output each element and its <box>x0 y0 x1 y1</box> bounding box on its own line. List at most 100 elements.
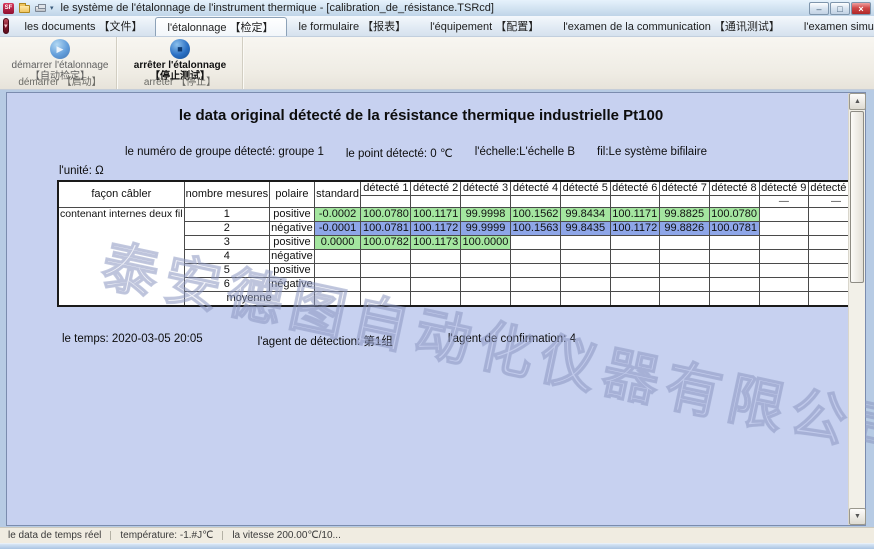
scrollbar-thumb[interactable] <box>850 111 864 283</box>
table-cell <box>759 222 809 236</box>
page-title: le data original détecté de la résistanc… <box>7 107 835 124</box>
column-header: détecté 3 <box>460 181 510 196</box>
table-cell <box>660 250 710 264</box>
detection-info-row: le numéro de groupe détecté: groupe 1 le… <box>7 146 825 160</box>
table-cell <box>709 264 759 278</box>
column-header: standard <box>314 181 361 208</box>
table-cell <box>709 196 759 208</box>
table-cell <box>759 292 809 307</box>
table-cell <box>709 250 759 264</box>
table-cell: 0.0000 <box>314 236 361 250</box>
echelle-label: l'échelle:L'échelle B <box>475 146 575 160</box>
status-speed-label: la vitesse 200.00℃/10... <box>232 530 341 541</box>
table-cell <box>411 196 461 208</box>
status-separator <box>110 531 111 540</box>
table-cell <box>460 196 510 208</box>
table-cell <box>361 196 411 208</box>
column-header: détecté 4 <box>510 181 560 196</box>
table-cell <box>610 264 660 278</box>
table-cell: négative <box>270 222 315 236</box>
table-cell: 100.1172 <box>411 222 461 236</box>
table-cell <box>660 196 710 208</box>
group-detected-label: le numéro de groupe détecté: groupe 1 <box>125 146 324 160</box>
column-header: nombre mesures <box>184 181 270 208</box>
table-cell <box>759 208 809 222</box>
minimize-button[interactable]: – <box>809 2 829 15</box>
record-footer-row: le temps: 2020-03-05 20:05 l'agent de dé… <box>62 333 576 349</box>
tab-documents[interactable]: les documents 【文件】 <box>13 16 155 36</box>
tab-communication[interactable]: l'examen de la communication 【通讯测试】 <box>551 16 792 36</box>
table-cell: 100.1563 <box>510 222 560 236</box>
table-cell: positive <box>270 208 315 222</box>
main-panel: le data original détecté de la résistanc… <box>6 92 866 526</box>
table-cell: 99.9999 <box>460 222 510 236</box>
play-icon: ▶ <box>50 39 70 59</box>
table-cell: 100.1172 <box>610 222 660 236</box>
table-cell: -0.0002 <box>314 208 361 222</box>
column-header: détecté 2 <box>411 181 461 196</box>
application-menu-button[interactable]: ▾ <box>3 18 9 34</box>
status-bar-strip <box>0 543 874 549</box>
table-cell <box>610 278 660 292</box>
table-cell <box>411 264 461 278</box>
column-header: façon câbler <box>58 181 184 208</box>
column-header: polaire <box>270 181 315 208</box>
table-cell: contenant internes deux fil <box>58 208 184 307</box>
table-cell: 100.0781 <box>709 222 759 236</box>
print-icon[interactable] <box>34 2 48 14</box>
agent-confirmation-label: l'agent de confirmation: 4 <box>448 333 576 349</box>
table-cell <box>561 264 611 278</box>
table-cell <box>561 196 611 208</box>
table-row: contenant internes deux fil1positive-0.0… <box>58 208 864 222</box>
table-cell <box>759 236 809 250</box>
group-demarrer: ▶ démarrer l'étalonnage 【自动检定】 démarrer … <box>4 37 117 89</box>
status-separator <box>222 531 223 540</box>
tab-etalonnage[interactable]: l'étalonnage 【检定】 <box>155 17 287 36</box>
table-cell: 100.1171 <box>411 208 461 222</box>
table-cell <box>759 264 809 278</box>
tab-examen-simule[interactable]: l'examen simulé 【模拟测试】 <box>792 16 874 36</box>
group-demarrer-caption: démarrer 【启动】 <box>4 73 116 88</box>
table-cell: 100.0780 <box>709 208 759 222</box>
table-cell <box>460 264 510 278</box>
table-cell <box>510 278 560 292</box>
unit-label: l'unité: Ω <box>59 165 104 177</box>
scroll-down-icon[interactable]: ▼ <box>849 508 866 525</box>
table-cell <box>561 278 611 292</box>
menu-bar: ▾ les documents 【文件】 l'étalonnage 【检定】 l… <box>0 16 874 37</box>
fil-label: fil:Le système bifilaire <box>597 146 707 160</box>
table-cell <box>460 292 510 307</box>
table-cell: 99.8434 <box>561 208 611 222</box>
vertical-scrollbar[interactable]: ▲ ▼ <box>848 93 865 525</box>
maximize-button[interactable]: □ <box>830 2 850 15</box>
table-cell: 99.8435 <box>561 222 611 236</box>
table-cell <box>561 236 611 250</box>
table-cell: 100.1171 <box>610 208 660 222</box>
stop-icon: ■ <box>170 39 190 59</box>
quick-access-dropdown-icon[interactable]: ▾ <box>50 4 54 12</box>
table-cell: 6 <box>184 278 270 292</box>
table-cell: 3 <box>184 236 270 250</box>
close-button[interactable]: × <box>851 2 871 15</box>
point-detected-label: le point détecté: 0 ℃ <box>346 146 453 160</box>
window-title: le système de l'étalonnage de l'instrume… <box>61 2 494 14</box>
table-cell: positive <box>270 264 315 278</box>
table-cell <box>660 278 710 292</box>
column-header: détecté 8 <box>709 181 759 196</box>
table-cell: 100.0782 <box>361 236 411 250</box>
table-cell <box>314 264 361 278</box>
table-cell <box>411 292 461 307</box>
table-cell: -0.0001 <box>314 222 361 236</box>
table-cell: 5 <box>184 264 270 278</box>
open-file-icon[interactable] <box>18 2 32 14</box>
table-cell: 4 <box>184 250 270 264</box>
table-cell <box>709 292 759 307</box>
group-arreter-caption: arrêter 【停止】 <box>118 73 242 88</box>
table-cell <box>314 250 361 264</box>
scroll-up-icon[interactable]: ▲ <box>849 93 866 110</box>
tab-formulaire[interactable]: le formulaire 【报表】 <box>287 16 419 36</box>
table-cell <box>460 250 510 264</box>
column-header: détecté 6 <box>610 181 660 196</box>
table-cell <box>361 278 411 292</box>
tab-equipement[interactable]: l'équipement 【配置】 <box>418 16 551 36</box>
